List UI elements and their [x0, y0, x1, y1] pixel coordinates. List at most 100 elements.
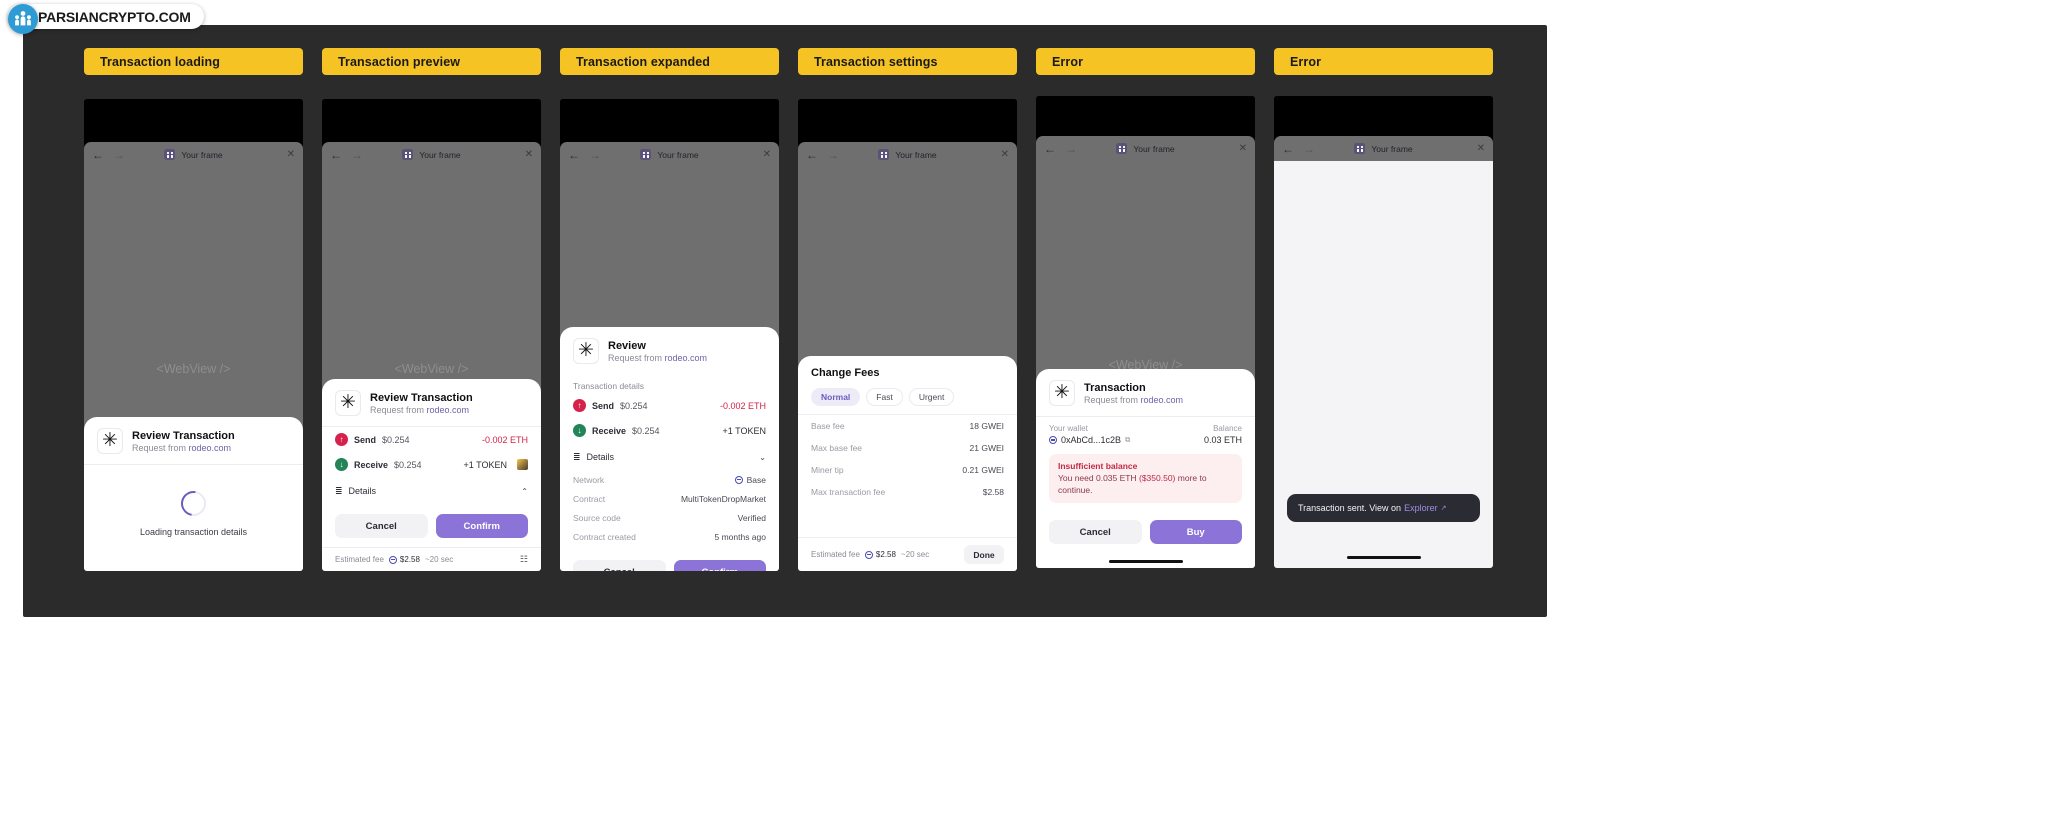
request-from-label: Request from [1084, 394, 1141, 405]
buy-button[interactable]: Buy [1149, 520, 1242, 544]
send-arrow-icon: ↑ [335, 433, 348, 446]
phone-notch [1036, 96, 1255, 136]
back-arrow-icon[interactable]: ← [568, 149, 580, 161]
watermark: PARSIANCRYPTO.COM [8, 4, 204, 34]
cancel-button[interactable]: Cancel [573, 560, 666, 571]
chrome-nav: ← → [92, 149, 125, 161]
base-network-icon [864, 550, 873, 559]
row-amount: +1 TOKEN [463, 459, 507, 470]
chevron-up-icon: ⌃ [521, 486, 528, 496]
phone-notch [84, 99, 303, 142]
back-arrow-icon[interactable]: ← [1044, 143, 1056, 155]
row-value: $0.254 [620, 400, 648, 411]
row-value: $0.254 [394, 459, 422, 470]
cancel-button[interactable]: Cancel [335, 514, 428, 538]
sheet-title: Review Transaction [132, 429, 235, 442]
fee-amount: $2.58 [864, 550, 896, 559]
action-buttons: Cancel Confirm [335, 504, 528, 547]
panel-header-label: Transaction loading [84, 48, 303, 75]
action-buttons: Cancel Buy [1049, 503, 1242, 553]
details-toggle[interactable]: ≣ Details ⌄ [573, 443, 766, 470]
asterisk-logo-icon: ✳ [573, 338, 599, 364]
sheet-subtitle: Request from rodeo.com [132, 443, 235, 453]
panel-header-label: Transaction expanded [560, 48, 779, 75]
sheet-subtitle: Request from rodeo.com [1084, 395, 1183, 405]
chrome-nav: ← → [330, 149, 363, 161]
wallet-summary: Your wallet 0xAbCd...1c2B ⧉ Balance 0.03… [1049, 417, 1242, 445]
details-toggle[interactable]: ≣ Details ⌃ [335, 477, 528, 504]
back-arrow-icon[interactable]: ← [806, 149, 818, 161]
fee-value: $2.58 [875, 550, 896, 559]
fee-amount: $2.58 [388, 555, 420, 564]
done-button[interactable]: Done [964, 545, 1004, 564]
back-arrow-icon[interactable]: ← [330, 149, 342, 161]
toast-text: Transaction sent. View on [1298, 503, 1402, 513]
forward-arrow-icon[interactable]: → [113, 149, 125, 161]
frame-title-label: Your frame [657, 149, 699, 160]
close-icon[interactable]: ✕ [1477, 143, 1485, 154]
fee-value: 18 GWEI [969, 421, 1004, 431]
close-icon[interactable]: ✕ [1239, 143, 1247, 154]
forward-arrow-icon[interactable]: → [1065, 143, 1077, 155]
confirm-button[interactable]: Confirm [673, 560, 766, 571]
sheet-header: ✳ Review Request from rodeo.com [573, 338, 766, 374]
fee-value: $2.58 [399, 555, 420, 564]
external-link-icon: ↗ [1440, 505, 1447, 512]
detail-row-contract: Contract MultiTokenDropMarket [573, 489, 766, 508]
fee-row-max-base-fee: Max base fee 21 GWEI [811, 437, 1004, 459]
receive-arrow-icon: ↓ [573, 424, 586, 437]
fee-row-max-transaction-fee: Max transaction fee $2.58 [811, 481, 1004, 503]
transaction-error-sheet: ✳ Transaction Request from rodeo.com You… [1036, 369, 1255, 568]
row-label: Send [592, 400, 615, 411]
phone-notch [560, 99, 779, 142]
close-icon[interactable]: ✕ [525, 149, 533, 160]
request-domain: rodeo.com [664, 352, 708, 363]
frame-title-label: Your frame [1371, 143, 1413, 154]
segment-normal[interactable]: Normal [811, 388, 861, 406]
frame-title-label: Your frame [1133, 143, 1175, 154]
chrome-nav: ← → [806, 149, 839, 161]
phone-mockup: ← → Your frame ✕ <WebView /> ✳ [1036, 96, 1255, 568]
segment-fast[interactable]: Fast [866, 388, 903, 406]
panel-header-label: Transaction preview [322, 48, 541, 75]
close-icon[interactable]: ✕ [1001, 149, 1009, 160]
chrome-nav: ← → [1044, 143, 1077, 155]
fee-key: Max base fee [811, 443, 863, 453]
base-network-icon [1049, 436, 1057, 445]
loading-text: Loading transaction details [139, 527, 248, 537]
forward-arrow-icon[interactable]: → [1303, 143, 1315, 155]
frame-app-icon [164, 149, 176, 160]
detail-key: Source code [573, 512, 621, 523]
fee-value: 21 GWEI [969, 443, 1004, 453]
browser-window: ← → Your frame ✕ <WebView /> Change Fees [798, 142, 1017, 571]
back-arrow-icon[interactable]: ← [92, 149, 104, 161]
chrome-nav: ← → [568, 149, 601, 161]
cancel-button[interactable]: Cancel [1049, 520, 1142, 544]
section-label: Transaction details [573, 381, 645, 391]
fees-title: Change Fees [811, 367, 880, 379]
close-icon[interactable]: ✕ [287, 149, 295, 160]
forward-arrow-icon[interactable]: → [351, 149, 363, 161]
detail-value: 5 months ago [714, 531, 766, 542]
frame-title-label: Your frame [419, 149, 461, 160]
fee-key: Base fee [811, 421, 845, 431]
fee-row-base-fee: Base fee 18 GWEI [811, 415, 1004, 437]
chrome-nav: ← → [1282, 143, 1315, 155]
forward-arrow-icon[interactable]: → [827, 149, 839, 161]
fee-settings-icon[interactable]: ☷ [520, 555, 528, 564]
back-arrow-icon[interactable]: ← [1282, 143, 1294, 155]
forward-arrow-icon[interactable]: → [589, 149, 601, 161]
close-icon[interactable]: ✕ [763, 149, 771, 160]
confirm-button[interactable]: Confirm [435, 514, 528, 538]
wallet-left: Your wallet 0xAbCd...1c2B ⧉ [1049, 424, 1130, 445]
segment-urgent[interactable]: Urgent [908, 388, 955, 406]
phone-mockup: ← → Your frame ✕ <WebView /> ✳ [84, 99, 303, 571]
detail-row-network: Network Base [573, 470, 766, 489]
explorer-link[interactable]: Explorer [1404, 503, 1438, 513]
panel-header-label: Error [1274, 48, 1493, 75]
copy-icon[interactable]: ⧉ [1125, 435, 1130, 445]
request-from-label: Request from [370, 404, 427, 415]
details-label: Details [586, 452, 615, 462]
request-domain: rodeo.com [426, 404, 470, 415]
